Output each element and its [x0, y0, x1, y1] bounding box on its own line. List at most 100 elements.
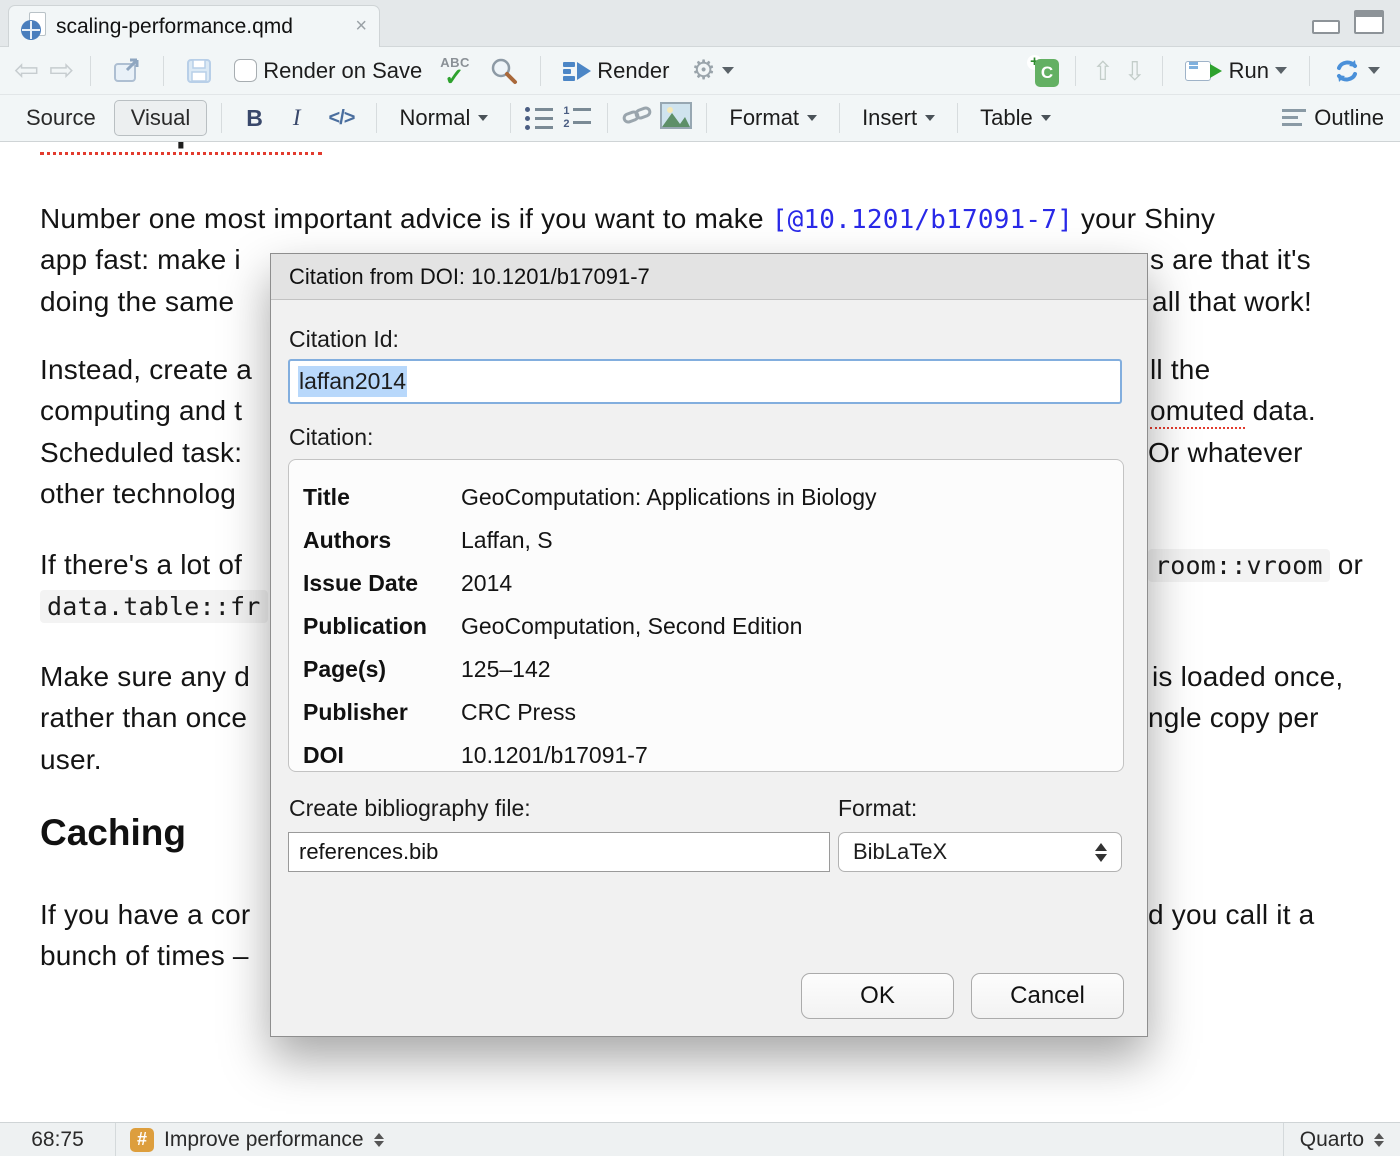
- numbered-list-button[interactable]: 1 2: [563, 106, 593, 130]
- back-icon[interactable]: ⇦: [14, 56, 39, 86]
- doc-line: d you call it a: [1148, 899, 1314, 931]
- format-selected-value: BibLaTeX: [853, 839, 947, 865]
- insert-menu[interactable]: Insert: [854, 101, 943, 135]
- citation-field-row: Page(s)125–142: [303, 648, 1109, 691]
- run-previous-chunks-icon[interactable]: ⇧: [1092, 58, 1114, 84]
- render-button[interactable]: Render: [557, 54, 675, 88]
- code-chunk-icon: C: [1035, 59, 1059, 87]
- divider: [221, 103, 222, 133]
- source-refresh-button[interactable]: [1326, 53, 1386, 89]
- language-mode-selector[interactable]: Quarto: [1283, 1123, 1400, 1156]
- bibliography-format-select[interactable]: BibLaTeX: [838, 832, 1122, 872]
- insert-chunk-button[interactable]: + C: [1027, 55, 1059, 87]
- forward-icon[interactable]: ⇨: [49, 56, 74, 86]
- misspelled-word: omuted: [1150, 395, 1245, 429]
- save-icon: [186, 58, 212, 84]
- render-options-button[interactable]: ⚙: [685, 53, 739, 88]
- insert-menu-label: Insert: [862, 105, 917, 131]
- dialog-title: Citation from DOI: 10.1201/b17091-7: [271, 254, 1147, 300]
- close-icon[interactable]: ×: [355, 15, 367, 38]
- render-on-save-label: Render on Save: [263, 58, 422, 84]
- doc-line: ll the: [1150, 354, 1210, 386]
- divider: [163, 56, 164, 86]
- pane-window-controls: [1312, 10, 1384, 34]
- bulleted-list-button[interactable]: [525, 106, 555, 130]
- minimize-icon[interactable]: [1312, 20, 1340, 34]
- tab-filename: scaling-performance.qmd: [56, 15, 293, 39]
- doc-line: user.: [40, 744, 102, 776]
- doc-line: doing the same: [40, 286, 234, 318]
- divider: [376, 103, 377, 133]
- format-menu[interactable]: Format: [721, 101, 825, 135]
- format-toolbar: Source Visual B I </> Normal 1 2 Forma: [0, 95, 1400, 142]
- divider: [1075, 56, 1076, 86]
- field-label: Title: [303, 484, 461, 511]
- language-mode-value: Quarto: [1300, 1128, 1364, 1152]
- doc-heading-caching: Caching: [40, 812, 186, 854]
- citation-details-panel: TitleGeoComputation: Applications in Bio…: [288, 459, 1124, 772]
- spellcheck-button[interactable]: ABC ✓: [438, 55, 474, 87]
- paragraph-style-dropdown[interactable]: Normal: [391, 101, 496, 135]
- code-format-button[interactable]: </>: [321, 105, 363, 132]
- image-button[interactable]: [660, 102, 692, 134]
- status-bar: 68:75 # Improve performance Quarto: [0, 1122, 1400, 1156]
- divider: [540, 56, 541, 86]
- search-icon: [490, 57, 518, 85]
- gear-icon: ⚙: [691, 57, 715, 84]
- outline-icon: [1282, 108, 1306, 128]
- divider: [839, 103, 840, 133]
- file-tab[interactable]: scaling-performance.qmd ×: [8, 5, 380, 47]
- format-label: Format:: [838, 795, 917, 822]
- maximize-icon[interactable]: [1354, 10, 1384, 34]
- visual-mode-button[interactable]: Visual: [114, 100, 208, 136]
- field-value: Laffan, S: [461, 527, 553, 554]
- ok-button[interactable]: OK: [801, 973, 954, 1019]
- doc-line: app fast: make i: [40, 244, 241, 276]
- table-menu[interactable]: Table: [972, 101, 1059, 135]
- doc-line: other technolog: [40, 478, 236, 510]
- chevron-down-icon: [1368, 67, 1380, 74]
- citation-id-value: laffan2014: [298, 366, 407, 397]
- doc-line: rather than once: [40, 702, 247, 734]
- bibliography-file-input[interactable]: [288, 832, 830, 872]
- main-toolbar: ⇦ ⇨ Render on Save ABC ✓ Render ⚙: [0, 47, 1400, 95]
- divider: [957, 103, 958, 133]
- selector-arrows-icon: [1374, 1133, 1384, 1147]
- doc-line: If you have a cor: [40, 899, 250, 931]
- selector-arrows-icon: [374, 1133, 384, 1147]
- citation-id-input[interactable]: laffan2014: [288, 359, 1122, 404]
- section-navigator[interactable]: # Improve performance: [116, 1123, 398, 1156]
- doc-line: bunch of times –: [40, 940, 249, 972]
- divider: [1309, 56, 1310, 86]
- link-button[interactable]: [622, 103, 652, 134]
- doc-line: s are that it's: [1150, 244, 1311, 276]
- inline-code: data.table::fr: [40, 590, 268, 623]
- italic-button[interactable]: I: [281, 103, 313, 133]
- popout-button[interactable]: [107, 54, 147, 88]
- render-on-save-toggle[interactable]: Render on Save: [228, 54, 428, 88]
- run-button[interactable]: Run: [1179, 54, 1293, 88]
- run-next-chunk-icon[interactable]: ⇩: [1124, 58, 1146, 84]
- save-button[interactable]: [180, 54, 218, 88]
- toolbar-right-group: + C ⇧ ⇩ Run: [1027, 53, 1386, 89]
- citation-label: Citation:: [289, 424, 373, 451]
- doc-line: Number one most important advice is if y…: [40, 203, 1215, 235]
- doc-line: If there's a lot of: [40, 549, 242, 581]
- citation-field-row: AuthorsLaffan, S: [303, 519, 1109, 562]
- field-value: GeoComputation, Second Edition: [461, 613, 802, 640]
- format-menu-label: Format: [729, 105, 799, 131]
- bold-button[interactable]: B: [236, 103, 273, 134]
- render-on-save-checkbox[interactable]: [234, 59, 257, 82]
- find-button[interactable]: [484, 53, 524, 89]
- cursor-position: 68:75: [0, 1123, 116, 1156]
- cancel-button[interactable]: Cancel: [971, 973, 1124, 1019]
- doc-line: ngle copy per: [1148, 702, 1319, 734]
- outline-toggle[interactable]: Outline: [1282, 105, 1384, 131]
- source-mode-button[interactable]: Source: [16, 101, 106, 135]
- run-label: Run: [1229, 58, 1269, 84]
- citation-token[interactable]: [@10.1201/b17091-7]: [772, 205, 1073, 235]
- table-menu-label: Table: [980, 105, 1033, 131]
- citation-field-row: DOI10.1201/b17091-7: [303, 734, 1109, 777]
- citation-id-label: Citation Id:: [289, 326, 399, 353]
- field-label: Page(s): [303, 656, 461, 683]
